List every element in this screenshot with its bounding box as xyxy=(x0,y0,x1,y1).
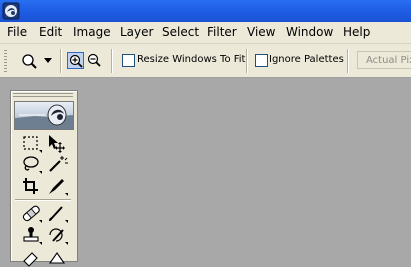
history-brush-tool-icon[interactable] xyxy=(46,225,68,245)
menu-file[interactable]: File xyxy=(7,25,27,40)
zoom-in-button[interactable] xyxy=(67,52,84,69)
actual-pixels-button[interactable]: Actual Pixels xyxy=(357,51,411,69)
marquee-tool-icon[interactable] xyxy=(20,133,42,153)
zoom-out-icon xyxy=(87,53,101,67)
options-separator xyxy=(60,49,62,73)
title-bar xyxy=(0,0,411,22)
magic-wand-tool-icon[interactable] xyxy=(46,154,68,174)
toolbox-divider xyxy=(15,199,71,201)
options-bar: Resize Windows To Fit Ignore Palettes Ac… xyxy=(0,44,411,78)
clone-stamp-tool-icon[interactable] xyxy=(20,225,42,245)
menu-window[interactable]: Window xyxy=(286,25,333,40)
menu-image[interactable]: Image xyxy=(73,25,111,40)
crop-tool-icon[interactable] xyxy=(20,176,42,196)
adobe-online-banner-icon xyxy=(15,104,73,129)
slice-tool-icon[interactable] xyxy=(46,176,68,196)
menu-edit[interactable]: Edit xyxy=(39,25,62,40)
toolbox-title-grip[interactable] xyxy=(13,93,73,99)
ignore-palettes-label[interactable]: Ignore Palettes xyxy=(269,53,344,66)
ignore-palettes-checkbox[interactable] xyxy=(255,54,268,67)
eraser-tool-icon[interactable] xyxy=(20,247,42,267)
photoshop-app-icon[interactable] xyxy=(2,2,20,20)
brush-tool-icon[interactable] xyxy=(46,203,68,223)
options-separator xyxy=(347,49,349,73)
menu-select[interactable]: Select xyxy=(162,25,199,40)
zoom-out-button[interactable] xyxy=(86,52,103,69)
toolbox-palette xyxy=(10,90,78,267)
toolbox-banner[interactable] xyxy=(14,101,74,130)
lasso-tool-icon[interactable] xyxy=(20,154,42,174)
menu-layer[interactable]: Layer xyxy=(120,25,153,40)
preset-dropdown-arrow-icon[interactable] xyxy=(44,58,52,64)
move-tool-icon[interactable] xyxy=(46,133,68,153)
menu-view[interactable]: View xyxy=(247,25,275,40)
resize-windows-checkbox[interactable] xyxy=(122,54,135,67)
gradient-tool-icon[interactable] xyxy=(46,247,68,267)
options-separator xyxy=(111,49,113,73)
menu-help[interactable]: Help xyxy=(343,25,370,40)
options-separator xyxy=(246,49,248,73)
resize-windows-label[interactable]: Resize Windows To Fit xyxy=(137,53,245,66)
zoom-tool-preset-icon[interactable] xyxy=(21,53,39,69)
menu-bar: File Edit Image Layer Select Filter View… xyxy=(0,22,411,44)
menu-filter[interactable]: Filter xyxy=(207,25,237,40)
healing-brush-tool-icon[interactable] xyxy=(20,203,42,223)
options-bar-grip[interactable] xyxy=(4,50,7,72)
zoom-in-icon xyxy=(69,54,83,68)
